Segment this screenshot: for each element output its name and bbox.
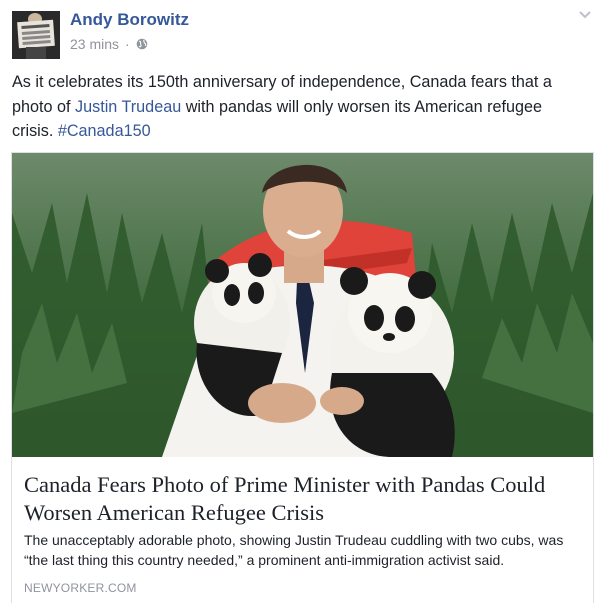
article-photo[interactable] xyxy=(12,153,593,457)
facebook-post: Andy Borowitz 23 mins · As it celebrates… xyxy=(0,0,602,604)
trudeau-pandas-image xyxy=(12,153,593,457)
meta-separator: · xyxy=(125,36,130,52)
post-caption: As it celebrates its 150th anniversary o… xyxy=(12,70,587,144)
article-domain: NEWYORKER.COM xyxy=(24,581,137,595)
chevron-down-icon[interactable] xyxy=(578,10,592,20)
post-timestamp[interactable]: 23 mins xyxy=(70,36,119,52)
author-name[interactable]: Andy Borowitz xyxy=(70,10,189,30)
article-title[interactable]: Canada Fears Photo of Prime Minister wit… xyxy=(24,471,584,527)
article-description: The unacceptably adorable photo, showing… xyxy=(24,532,564,568)
globe-icon[interactable] xyxy=(136,38,148,50)
post-meta: 23 mins · xyxy=(70,36,148,52)
caption-hashtag-link[interactable]: #Canada150 xyxy=(58,122,151,140)
link-preview-card[interactable]: Canada Fears Photo of Prime Minister wit… xyxy=(11,152,594,604)
caption-name-link[interactable]: Justin Trudeau xyxy=(75,98,181,116)
card-text-area[interactable]: Canada Fears Photo of Prime Minister wit… xyxy=(12,457,593,604)
author-avatar[interactable] xyxy=(12,11,60,59)
